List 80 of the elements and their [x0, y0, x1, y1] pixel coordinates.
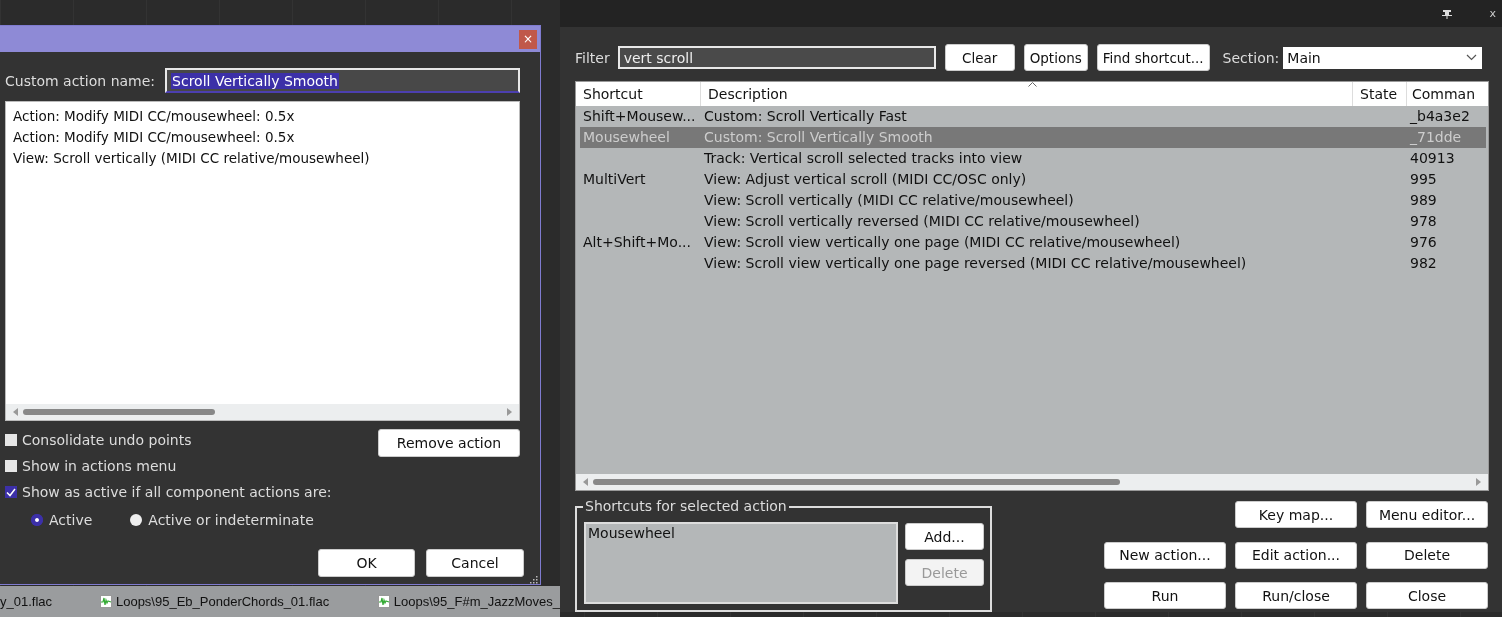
action-button[interactable]: Delete: [1366, 541, 1488, 569]
field-label: Section:: [1222, 49, 1280, 66]
group-title: Shortcuts for selected action: [583, 498, 789, 514]
chevron-down-icon: [1466, 54, 1478, 61]
table-cell-text: View: Scroll view vertically one page reversed (MIDI CC relative/mousewheel): [703, 254, 1248, 273]
field-label: Filter: [575, 49, 610, 66]
horizontal-scrollbar[interactable]: [576, 474, 1488, 490]
scroll-right-icon: [1475, 477, 1483, 487]
toolbar-button[interactable]: Options: [1023, 44, 1088, 71]
toolbar-button[interactable]: Clear: [944, 44, 1015, 71]
audio-file-icon: [99, 595, 112, 608]
checkbox[interactable]: [5, 434, 17, 446]
table-cell-text: Track: Vertical scroll selected tracks into view: [703, 149, 1024, 168]
table-cell-text: Custom: Scroll Vertically Smooth: [703, 128, 934, 147]
pin-icon: [1441, 8, 1454, 19]
action-button[interactable]: Edit action...: [1235, 541, 1357, 569]
radio-button[interactable]: [31, 514, 43, 526]
table-cell-text: 982: [1409, 254, 1438, 273]
filter-field[interactable]: vert scroll: [617, 46, 936, 69]
checkbox[interactable]: [5, 460, 17, 472]
table-cell-text: 976: [1409, 233, 1438, 252]
action-button[interactable]: New action...: [1104, 541, 1226, 569]
action-button[interactable]: Menu editor...: [1366, 501, 1488, 528]
checkbox-label: Show as active if all component actions are:: [22, 484, 332, 500]
table-cell-text: Alt+Shift+Mo...: [582, 233, 692, 252]
section-dropdown[interactable]: Main: [1283, 46, 1483, 69]
table-cell-text: Custom: Scroll Vertically Fast: [703, 107, 908, 126]
action-list-item[interactable]: View: Scroll vertically (MIDI CC relative/mousewheel): [13, 148, 512, 169]
table-cell-text: View: Scroll vertically (MIDI CC relative/mousewheel): [703, 191, 1075, 210]
radio-label: Active or indeterminate: [148, 512, 314, 528]
shortcut-button[interactable]: Add...: [905, 523, 984, 550]
toolbar-button[interactable]: Find shortcut...: [1096, 44, 1210, 71]
action-list-item[interactable]: Action: Modify MIDI CC/mousewheel: 0.5x: [13, 106, 512, 127]
column-header[interactable]: State: [1353, 82, 1407, 106]
action-list-item[interactable]: Action: Modify MIDI CC/mousewheel: 0.5x: [13, 127, 512, 148]
checkbox-label: Consolidate undo points: [22, 432, 192, 448]
radio-label: Active: [49, 512, 93, 528]
horizontal-scrollbar[interactable]: [6, 404, 519, 420]
dialog-button[interactable]: Cancel: [426, 549, 524, 577]
table-cell-text: _b4a3e2: [1409, 107, 1471, 126]
scrollbar-thumb[interactable]: [593, 479, 1120, 485]
file-name[interactable]: Loops\95_Eb_PonderChords_01.flac: [115, 594, 330, 609]
audio-file-icon: [377, 595, 390, 608]
action-button[interactable]: Run: [1104, 582, 1226, 610]
table-cell-text: Mousewheel: [582, 128, 671, 147]
resize-grip-icon: [528, 574, 538, 584]
table-cell-text: 995: [1409, 170, 1438, 189]
shortcut-list-item[interactable]: Mousewheel: [588, 525, 894, 541]
action-button[interactable]: Close: [1366, 582, 1488, 610]
checkbox[interactable]: [5, 486, 17, 498]
field-label: Custom action name:: [5, 72, 156, 89]
dialog-button[interactable]: OK: [318, 549, 415, 577]
scroll-left-icon: [11, 407, 19, 417]
checkbox-label: Show in actions menu: [22, 458, 177, 474]
scroll-left-icon: [581, 477, 589, 487]
column-header[interactable]: Comman: [1407, 82, 1486, 106]
scroll-right-icon: [506, 407, 514, 417]
table-cell-text: MultiVert: [582, 170, 647, 189]
file-name[interactable]: Loops\95_F#m_JazzMoves_: [393, 594, 560, 609]
remove-action-button[interactable]: Remove action: [378, 429, 520, 457]
file-name[interactable]: y_01.flac: [0, 594, 53, 609]
table-cell-text: View: Scroll view vertically one page (MIDI CC relative/mousewheel): [703, 233, 1182, 252]
action-button[interactable]: Run/close: [1235, 582, 1357, 610]
column-header[interactable]: Shortcut: [576, 82, 701, 106]
action-button[interactable]: Key map...: [1235, 501, 1357, 528]
table-cell-text: Shift+Mousew...: [582, 107, 697, 126]
table-cell-text: View: Adjust vertical scroll (MIDI CC/OSC only): [703, 170, 1028, 189]
title-close-button[interactable]: x: [1489, 7, 1496, 20]
table-cell-text: 40913: [1409, 149, 1456, 168]
table-cell-text: _71dde: [1409, 128, 1463, 147]
radio-button[interactable]: [130, 514, 143, 526]
title-close-button[interactable]: ×: [519, 29, 537, 49]
scrollbar-thumb[interactable]: [23, 409, 215, 415]
name-field[interactable]: Scroll Vertically Smooth: [165, 68, 520, 93]
sort-caret-icon: [1028, 82, 1037, 87]
column-header[interactable]: Description: [701, 82, 1353, 106]
table-cell-text: 989: [1409, 191, 1438, 210]
check-icon: [6, 487, 16, 497]
table-cell-text: View: Scroll vertically reversed (MIDI CC relative/mousewheel): [703, 212, 1141, 231]
table-cell-text: 978: [1409, 212, 1438, 231]
